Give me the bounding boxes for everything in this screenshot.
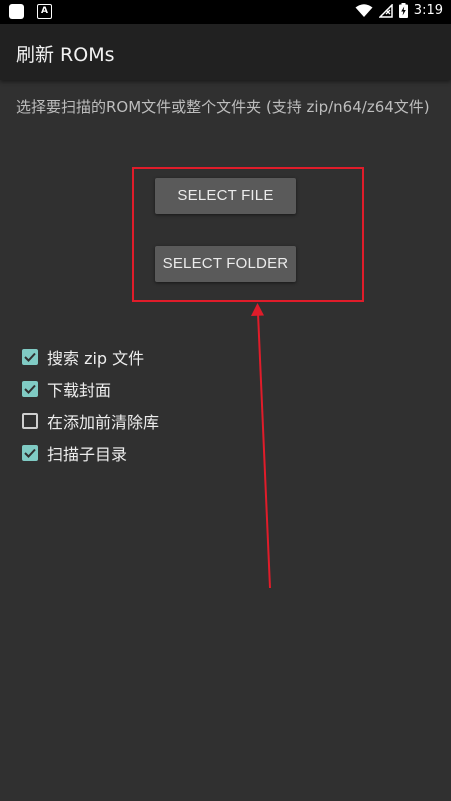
option-label: 下载封面 <box>47 381 112 400</box>
option-download-covers[interactable]: 下载封面 <box>22 373 159 405</box>
options-list: 搜索 zip 文件 下载封面 在添加前清除库 扫描子目录 <box>22 341 159 469</box>
checkbox-checked-icon[interactable] <box>22 349 38 365</box>
checkbox-checked-icon[interactable] <box>22 381 38 397</box>
option-scan-subdirs[interactable]: 扫描子目录 <box>22 437 159 469</box>
option-label: 在添加前清除库 <box>47 413 160 432</box>
option-label: 搜索 zip 文件 <box>47 349 145 368</box>
option-search-zip[interactable]: 搜索 zip 文件 <box>22 341 159 373</box>
option-label: 扫描子目录 <box>47 445 128 464</box>
option-clear-library[interactable]: 在添加前清除库 <box>22 405 159 437</box>
checkbox-checked-icon[interactable] <box>22 445 38 461</box>
checkbox-unchecked-icon[interactable] <box>22 413 38 429</box>
